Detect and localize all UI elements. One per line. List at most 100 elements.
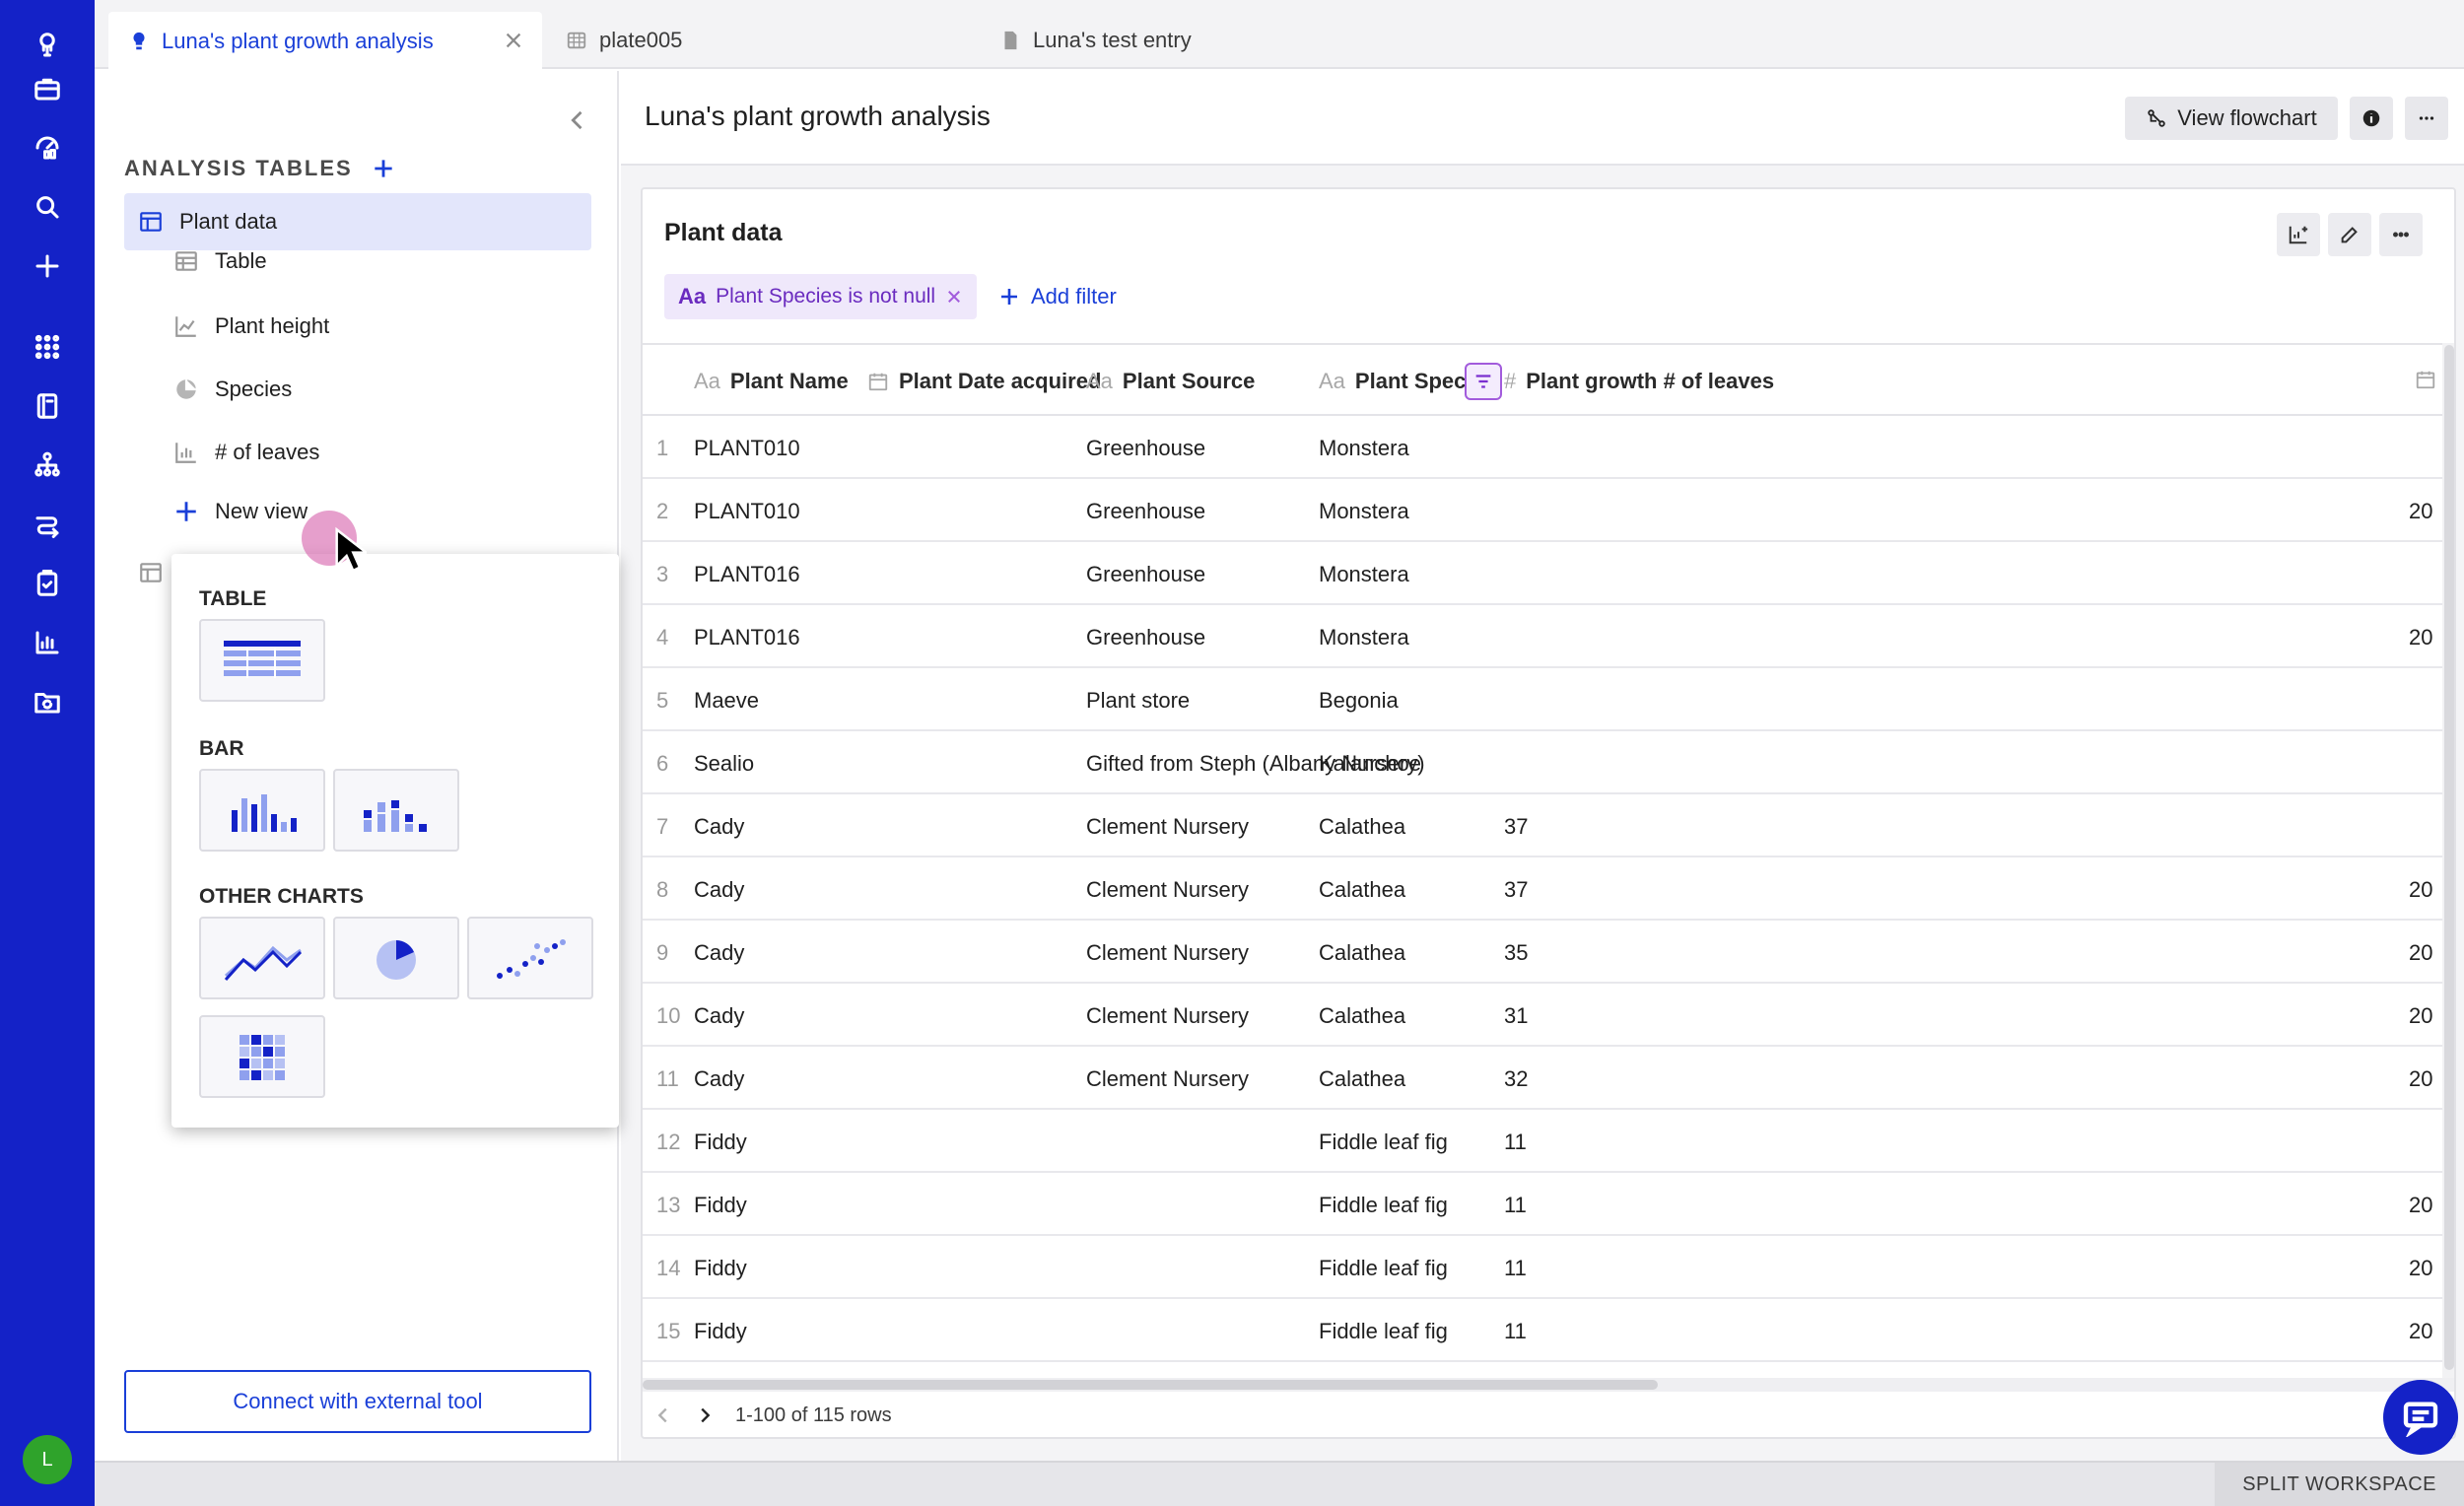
cell-name[interactable]: PLANT016 [694,625,800,650]
clipboard-check-icon[interactable] [28,564,67,603]
cell-more[interactable]: 20 [2409,1003,2432,1029]
table-row[interactable]: 15 Fiddy Fiddle leaf fig 11 20 [643,1299,2454,1362]
table-row[interactable]: 10 Cady Clement Nursery Calathea 31 20 [643,984,2454,1047]
collapse-sidebar-icon[interactable] [564,106,599,142]
sidebar-view-leaves[interactable]: # of leaves [124,424,591,481]
cell-name[interactable]: Sealio [694,751,754,777]
cell-source[interactable]: Clement Nursery [1086,1003,1249,1029]
cell-name[interactable]: PLANT016 [694,562,800,587]
table-row[interactable]: 6 Sealio Gifted from Steph (Albany Nursery… [643,731,2454,794]
cell-source[interactable]: Greenhouse [1086,499,1205,524]
connect-external-tool-button[interactable]: Connect with external tool [124,1370,591,1433]
cell-source[interactable]: Clement Nursery [1086,877,1249,903]
cell-more[interactable]: 20 [2409,499,2432,524]
plus-icon[interactable] [28,246,67,286]
tab-plate[interactable]: plate005 [546,12,960,69]
brand-logo-icon[interactable] [28,26,67,65]
column-filter-icon[interactable] [1465,363,1502,400]
table-row[interactable]: 11 Cady Clement Nursery Calathea 32 20 [643,1047,2454,1110]
cell-leaves[interactable]: 35 [1504,940,1528,966]
folder-sync-icon[interactable] [28,682,67,721]
cell-name[interactable]: Fiddy [694,1256,747,1281]
grouped-bar-chart-tile[interactable] [333,769,459,852]
cell-species[interactable]: Calathea [1319,814,1405,840]
chevron-left-icon[interactable] [652,1404,674,1426]
cell-leaves[interactable]: 11 [1504,1130,1527,1155]
vertical-scrollbar[interactable] [2442,343,2454,1378]
heatmap-tile[interactable] [199,1015,325,1098]
table-row[interactable]: 1 PLANT010 Greenhouse Monstera [643,416,2454,479]
cell-leaves[interactable]: 11 [1504,1319,1527,1344]
cell-leaves[interactable]: 31 [1504,1003,1528,1029]
column-header-leaves[interactable]: # Plant growth # of leaves [1504,369,1774,394]
bar-chart-tile[interactable] [199,769,325,852]
dashboard-icon[interactable] [28,128,67,168]
table-row[interactable]: 9 Cady Clement Nursery Calathea 35 20 [643,921,2454,984]
sidebar-view-table[interactable]: Table [124,233,591,290]
avatar[interactable]: L [23,1435,72,1484]
add-filter-button[interactable]: Add filter [997,274,1117,319]
cell-more[interactable]: 20 [2409,940,2432,966]
table-view-tile[interactable] [199,619,325,702]
pie-chart-tile[interactable] [333,917,459,999]
cell-species[interactable]: Monstera [1319,625,1409,650]
column-header-plant-source[interactable]: Aa Plant Source [1086,369,1255,394]
chat-button[interactable] [2383,1380,2458,1455]
tab-entry[interactable]: Luna's test entry [980,12,1394,69]
scatter-plot-tile[interactable] [467,917,593,999]
cell-name[interactable]: PLANT010 [694,436,800,461]
chevron-right-icon[interactable] [694,1404,716,1426]
cell-source[interactable]: Greenhouse [1086,625,1205,650]
cell-species[interactable]: Monstera [1319,562,1409,587]
table-row[interactable]: 14 Fiddy Fiddle leaf fig 11 20 [643,1236,2454,1299]
horizontal-scrollbar[interactable] [643,1378,2454,1392]
table-row[interactable]: 5 Maeve Plant store Begonia [643,668,2454,731]
cell-source[interactable]: Clement Nursery [1086,940,1249,966]
edit-button[interactable] [2328,213,2371,256]
cell-name[interactable]: Fiddy [694,1319,747,1344]
view-flowchart-button[interactable]: View flowchart [2125,97,2338,140]
cell-more[interactable]: 20 [2409,1256,2432,1281]
table-row[interactable]: 12 Fiddy Fiddle leaf fig 11 [643,1110,2454,1173]
cell-more[interactable]: 20 [2409,1066,2432,1092]
filter-chip[interactable]: Aa Plant Species is not null [664,274,978,319]
cell-species[interactable]: Calathea [1319,877,1405,903]
column-header-date-acquired[interactable]: Plant Date acquired [867,369,1101,394]
workflow-icon[interactable] [28,505,67,544]
add-chart-button[interactable] [2277,213,2320,256]
column-header-next-partial[interactable] [2415,369,2436,390]
cell-more[interactable]: 20 [2409,1193,2432,1218]
cell-leaves[interactable]: 37 [1504,814,1528,840]
cell-leaves[interactable]: 11 [1504,1193,1527,1218]
close-icon[interactable] [945,288,963,306]
split-workspace-button[interactable]: SPLIT WORKSPACE [2215,1463,2464,1506]
column-header-plant-name[interactable]: Aa Plant Name [694,369,849,394]
info-button[interactable] [2350,97,2393,140]
cell-species[interactable]: Fiddle leaf fig [1319,1130,1448,1155]
cell-species[interactable]: Monstera [1319,436,1409,461]
table-row[interactable]: 2 PLANT010 Greenhouse Monstera 20 [643,479,2454,542]
cell-species[interactable]: Fiddle leaf fig [1319,1193,1448,1218]
hierarchy-icon[interactable] [28,445,67,485]
sidebar-view-plant-height[interactable]: Plant height [124,298,591,355]
table-row[interactable]: 8 Cady Clement Nursery Calathea 37 20 [643,857,2454,921]
search-icon[interactable] [28,187,67,227]
cell-species[interactable]: Calathea [1319,1066,1405,1092]
cell-name[interactable]: Cady [694,1003,744,1029]
cell-species[interactable]: Fiddle leaf fig [1319,1256,1448,1281]
cell-source[interactable]: Greenhouse [1086,562,1205,587]
cell-name[interactable]: Cady [694,1066,744,1092]
cell-leaves[interactable]: 11 [1504,1256,1527,1281]
cell-source[interactable]: Greenhouse [1086,436,1205,461]
cell-species[interactable]: Begonia [1319,688,1399,714]
more-options-button[interactable] [2405,97,2448,140]
cell-more[interactable]: 20 [2409,625,2432,650]
cell-source[interactable]: Plant store [1086,688,1190,714]
cell-more[interactable]: 20 [2409,1319,2432,1344]
table-row[interactable]: 4 PLANT016 Greenhouse Monstera 20 [643,605,2454,668]
sidebar-view-species[interactable]: Species [124,361,591,418]
cell-name[interactable]: PLANT010 [694,499,800,524]
cell-name[interactable]: Maeve [694,688,759,714]
cell-name[interactable]: Cady [694,877,744,903]
cell-species[interactable]: Calathea [1319,1003,1405,1029]
